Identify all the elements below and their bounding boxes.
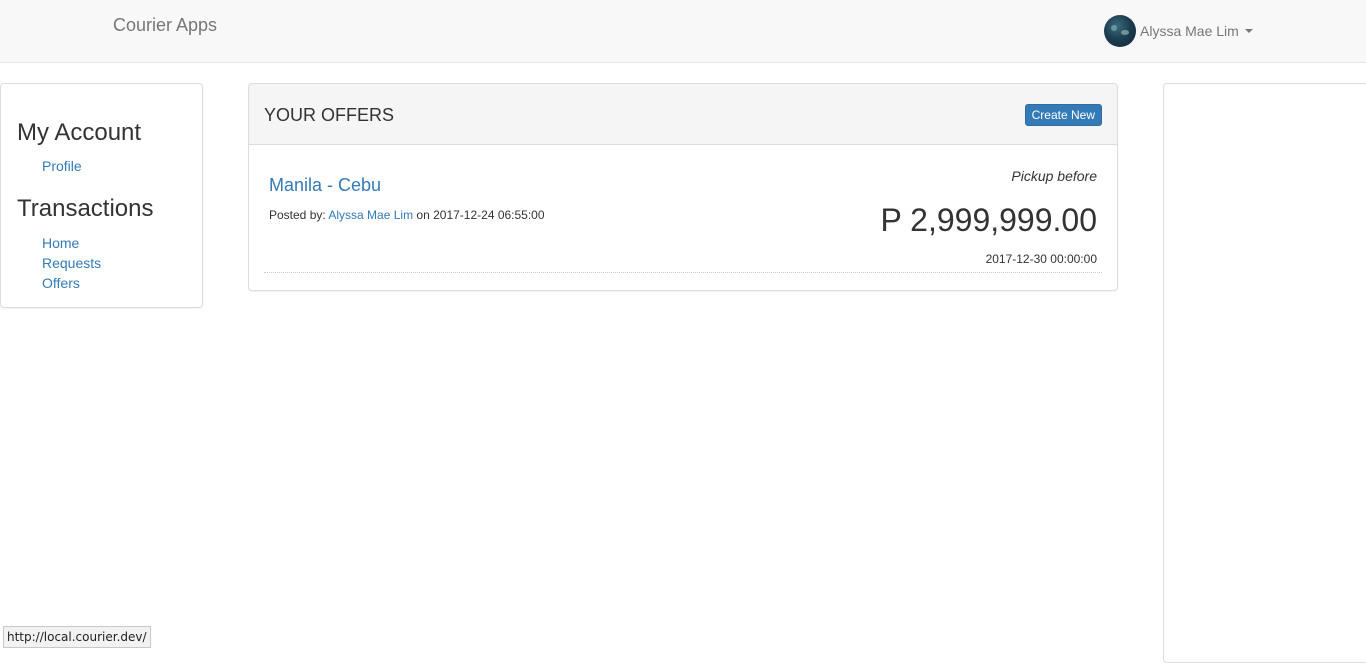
pickup-label: Pickup before	[1011, 168, 1097, 184]
avatar	[1104, 15, 1136, 47]
offer-divider	[264, 272, 1102, 273]
sidebar-item-profile[interactable]: Profile	[42, 158, 82, 174]
sidebar-item-requests[interactable]: Requests	[42, 255, 101, 271]
user-menu-dropdown[interactable]: Alyssa Mae Lim	[1104, 15, 1253, 47]
status-bar-url: http://local.courier.dev/	[3, 626, 151, 648]
offers-panel: YOUR OFFERS Create New Manila - Cebu Pos…	[248, 83, 1118, 291]
page-title: YOUR OFFERS	[264, 105, 395, 125]
top-navbar: Courier Apps Alyssa Mae Lim	[0, 0, 1366, 63]
posted-prefix: Posted by:	[269, 208, 326, 222]
brand-link[interactable]: Courier Apps	[113, 15, 217, 36]
sidebar-item-offers[interactable]: Offers	[42, 275, 80, 291]
posted-user-link[interactable]: Alyssa Mae Lim	[328, 208, 413, 222]
offers-panel-heading: YOUR OFFERS Create New	[249, 84, 1117, 145]
sidebar-heading-transactions: Transactions	[17, 195, 154, 222]
posted-date: on 2017-12-24 06:55:00	[416, 208, 545, 222]
offer-posted-line: Posted by: Alyssa Mae Lim on 2017-12-24 …	[269, 208, 545, 222]
sidebar-panel: My Account Profile Transactions Home Req…	[0, 83, 203, 308]
pickup-date: 2017-12-30 00:00:00	[985, 252, 1097, 266]
chevron-down-icon	[1244, 29, 1253, 33]
offer-route-link[interactable]: Manila - Cebu	[269, 175, 381, 196]
sidebar-item-home[interactable]: Home	[42, 235, 79, 251]
offer-price: P 2,999,999.00	[880, 202, 1098, 238]
user-name: Alyssa Mae Lim	[1140, 23, 1239, 39]
right-panel	[1163, 83, 1366, 663]
sidebar-heading-my-account: My Account	[17, 119, 142, 146]
create-new-button[interactable]: Create New	[1024, 104, 1102, 126]
